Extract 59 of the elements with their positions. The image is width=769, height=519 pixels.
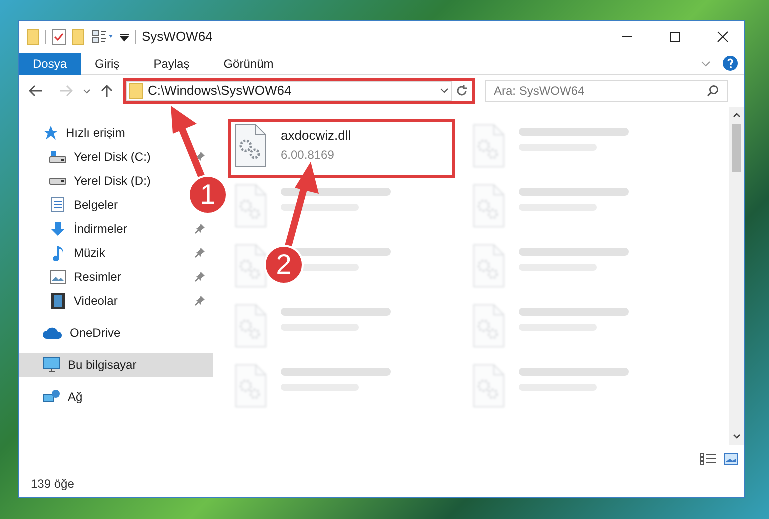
refresh-icon[interactable]: [456, 85, 468, 97]
status-item-count: 139 öğe: [31, 476, 74, 493]
sidebar-item[interactable]: Videolar: [49, 292, 188, 310]
sidebar-item[interactable]: Belgeler: [49, 196, 188, 214]
sidebar-item[interactable]: Hızlı erişim: [19, 121, 213, 145]
picture-icon: [50, 270, 66, 284]
help-icon[interactable]: [723, 56, 738, 71]
ribbon-tab[interactable]: Dosya: [19, 52, 82, 74]
scrollbar-thumb[interactable]: [732, 124, 741, 172]
document-icon: [51, 197, 65, 213]
folder-icon: [129, 83, 143, 99]
up-arrow-icon[interactable]: [101, 84, 113, 98]
chevron-down-icon[interactable]: [732, 434, 740, 439]
close-icon[interactable]: [717, 31, 729, 43]
pin-icon[interactable]: [195, 272, 205, 282]
window-title: SysWOW64: [142, 28, 213, 46]
settings-file-icon: [235, 124, 267, 168]
sidebar-item[interactable]: Yerel Disk (D:): [49, 172, 188, 190]
back-arrow-icon[interactable]: [29, 85, 43, 97]
file-name: axdocwiz.dll: [281, 127, 352, 145]
ribbon-tab[interactable]: Paylaş: [140, 52, 204, 74]
address-path: C:\Windows\SysWOW64: [148, 82, 293, 100]
search-icon: [707, 85, 719, 97]
sidebar-item[interactable]: Müzik: [49, 244, 188, 262]
drive-icon: [49, 178, 67, 184]
chevron-down-icon[interactable]: [83, 88, 91, 94]
sidebar-item[interactable]: Ağ: [19, 385, 213, 409]
ribbon-tab[interactable]: Giriş: [81, 52, 134, 74]
file-detail: 6.00.8169: [281, 146, 336, 164]
scrollbar[interactable]: [729, 107, 744, 445]
pin-icon[interactable]: [195, 248, 205, 258]
maximize-icon[interactable]: [669, 31, 681, 43]
pin-icon[interactable]: [195, 296, 205, 306]
download-arrow-icon: [50, 221, 66, 237]
dropdown-caret-icon[interactable]: [120, 32, 129, 42]
star-icon: [43, 125, 59, 141]
properties-icon[interactable]: [52, 29, 66, 45]
monitor-icon: [43, 357, 61, 373]
sidebar-item[interactable]: Yerel Disk (C:): [49, 148, 188, 166]
customize-toolbar-icon[interactable]: [92, 30, 114, 44]
music-note-icon: [51, 245, 65, 261]
chevron-down-icon[interactable]: [440, 88, 449, 94]
cloud-icon: [43, 327, 63, 339]
ribbon-tab[interactable]: Görünüm: [210, 52, 288, 74]
film-icon: [51, 293, 65, 309]
network-icon: [43, 389, 61, 405]
pin-icon[interactable]: [195, 152, 205, 162]
sidebar-item[interactable]: OneDrive: [19, 321, 213, 345]
search-field[interactable]: Ara: SysWOW64: [485, 80, 728, 102]
sidebar-item[interactable]: Resimler: [49, 268, 188, 286]
drive-icon: [49, 150, 67, 164]
pin-icon[interactable]: [195, 224, 205, 234]
large-icons-view-icon[interactable]: [724, 453, 738, 465]
details-view-icon[interactable]: [700, 453, 716, 465]
sidebar-item[interactable]: Bu bilgisayar: [19, 353, 213, 377]
chevron-up-icon[interactable]: [732, 113, 740, 118]
sidebar-item[interactable]: İndirmeler: [49, 220, 188, 238]
settings-file-icon: [235, 244, 267, 288]
address-field[interactable]: C:\Windows\SysWOW64: [126, 81, 452, 101]
